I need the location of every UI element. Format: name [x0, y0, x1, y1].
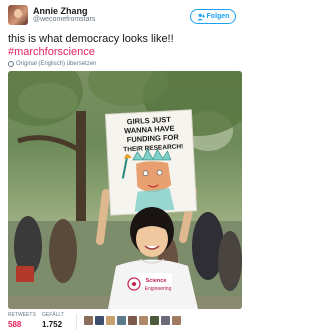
hashtag-link[interactable]: #marchforscience [8, 46, 244, 59]
stats-divider [76, 314, 77, 330]
liker-avatar[interactable] [117, 316, 126, 325]
photo-illustration: GIRLS JUST WANNA HAVE FUNDING FOR THEIR … [8, 71, 242, 309]
tweet-body: this is what democracy looks like!! [8, 33, 174, 45]
likes-count[interactable]: 1.752 [42, 320, 62, 329]
tweet-stats: RETWEETS 588 GEFÄLLT 1.752 [8, 312, 248, 334]
shirt-text-2: Engineering [145, 286, 172, 292]
follow-label: Folgen [206, 13, 230, 20]
retweets-count[interactable]: 588 [8, 320, 21, 329]
liker-avatars [84, 316, 181, 325]
liker-avatar[interactable] [161, 316, 170, 325]
translate-label: Original (Englisch) übersetzen [16, 61, 97, 67]
tweet-photo[interactable]: GIRLS JUST WANNA HAVE FUNDING FOR THEIR … [8, 71, 242, 309]
user-handle[interactable]: @wecomefromstars [33, 16, 95, 23]
likes-label: GEFÄLLT [42, 312, 64, 318]
liker-avatar[interactable] [84, 316, 93, 325]
liker-avatar[interactable] [139, 316, 148, 325]
add-user-icon [196, 13, 205, 20]
retweets-label: RETWEETS [8, 312, 36, 318]
tweet-header: Annie Zhang @wecomefromstars Folgen [0, 0, 250, 32]
liker-avatar[interactable] [95, 316, 104, 325]
liker-avatar[interactable] [172, 316, 181, 325]
tweet-text: this is what democracy looks like!! #mar… [8, 33, 244, 59]
follow-button[interactable]: Folgen [190, 9, 236, 24]
globe-icon [8, 61, 14, 67]
shirt-text-1: Science [146, 278, 167, 284]
liker-avatar[interactable] [106, 316, 115, 325]
avatar[interactable] [8, 5, 28, 25]
liker-avatar[interactable] [128, 316, 137, 325]
user-name[interactable]: Annie Zhang [33, 6, 88, 16]
liker-avatar[interactable] [150, 316, 159, 325]
translate-link[interactable]: Original (Englisch) übersetzen [8, 61, 96, 67]
